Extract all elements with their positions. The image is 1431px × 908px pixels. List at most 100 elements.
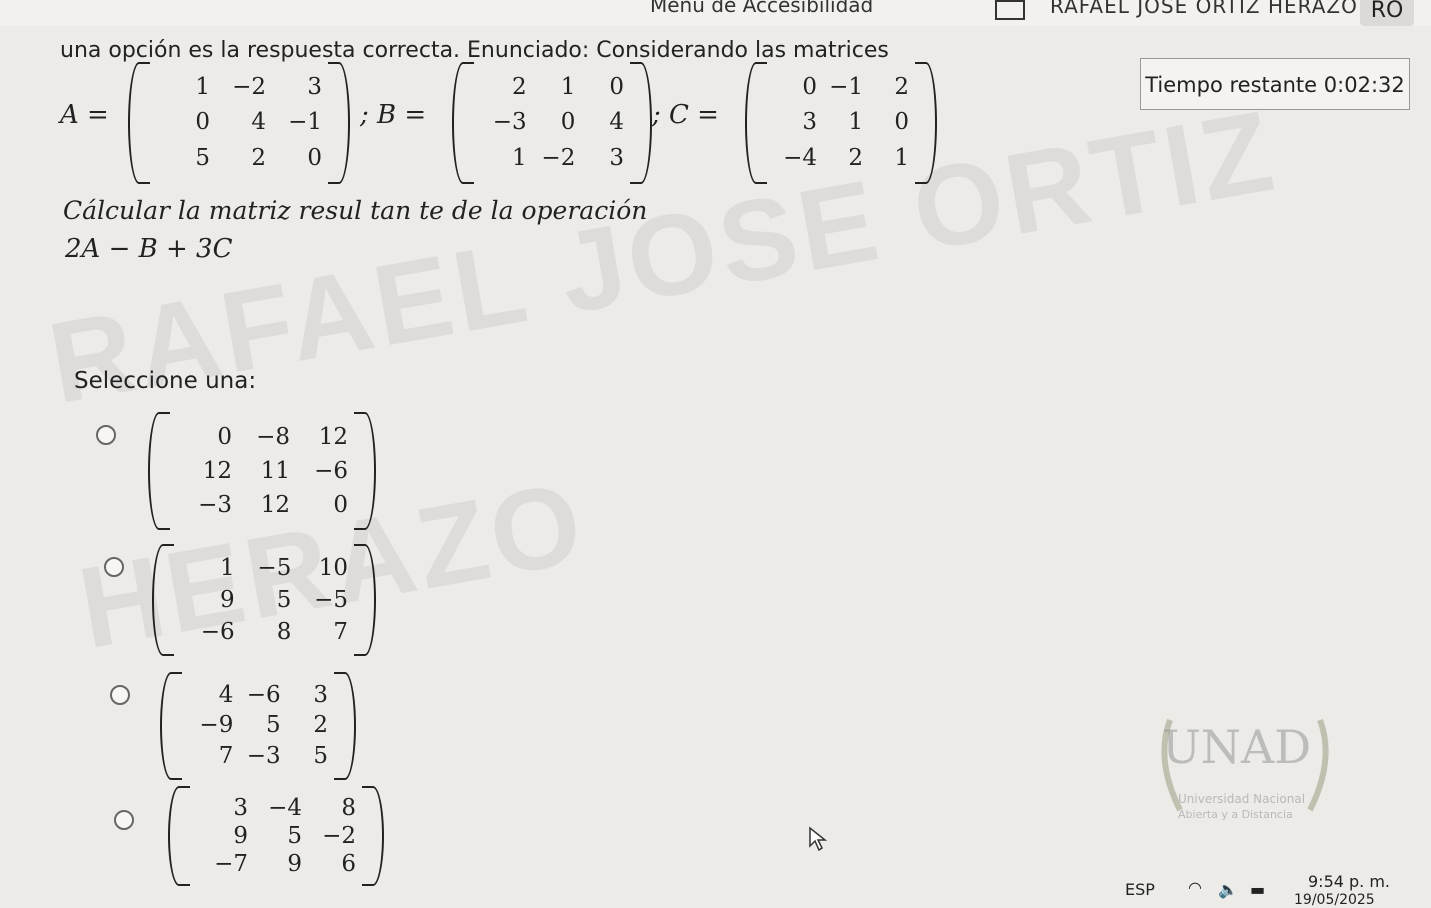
option-1-radio[interactable]: [96, 425, 116, 445]
left-parenthesis: [745, 62, 767, 184]
matrix-cell: 12: [260, 491, 290, 518]
matrix-cell: −9: [199, 712, 234, 739]
matrix-cell: 3: [609, 144, 624, 171]
right-parenthesis: [630, 62, 652, 184]
right-parenthesis: [915, 62, 937, 184]
matrix-cell: 9: [220, 586, 235, 613]
matrix-cell: 1: [894, 144, 909, 171]
matrix-cell: 3: [307, 74, 322, 101]
matrix-cell: −5: [257, 554, 292, 581]
volume-icon[interactable]: 🔈: [1218, 880, 1238, 899]
matrix-cell: 2: [848, 144, 863, 171]
matrix-cell: 2: [251, 144, 266, 171]
matrix-grid: 0 −1 2 3 1 0 −4 2 1: [771, 70, 909, 176]
right-parenthesis: [328, 62, 350, 184]
matrix-cell: 1: [195, 74, 210, 101]
question-prompt: una opción es la respuesta correcta. Enu…: [60, 38, 889, 63]
matrix-cell: −3: [492, 109, 527, 136]
user-name[interactable]: RAFAEL JOSÉ ORTIZ HERAZO: [1050, 0, 1358, 18]
taskbar-date: 19/05/2025: [1294, 892, 1375, 908]
matrix-cell: 0: [609, 74, 624, 101]
matrix-A: 1 −2 3 0 4 −1 5 2 0: [128, 62, 350, 184]
right-parenthesis: [362, 786, 384, 886]
matrix-cell: 1: [560, 74, 576, 101]
matrix-cell: 12: [202, 457, 232, 484]
matrix-cell: −6: [200, 618, 235, 645]
matrix-cell: 0: [894, 109, 909, 136]
timer-box: Tiempo restante 0:02:32: [1140, 58, 1410, 110]
right-parenthesis: [354, 544, 376, 656]
matrix-cell: 4: [218, 681, 234, 708]
mouse-cursor-icon: [809, 826, 828, 852]
matrix-cell: 0: [560, 109, 576, 136]
option-2-matrix[interactable]: 1 −5 10 9 5 −5 −6 8 7: [152, 544, 376, 656]
left-parenthesis: [168, 786, 190, 886]
matrix-cell: 3: [802, 109, 817, 136]
unad-logo-subtitle2: Abierta y a Distancia: [1178, 808, 1293, 821]
matrix-cell: 4: [251, 109, 266, 136]
matrix-grid: 2 1 0 −3 0 4 1 −2 3: [478, 70, 624, 176]
user-avatar[interactable]: RO: [1360, 0, 1414, 26]
matrix-cell: −8: [256, 423, 290, 450]
matrix-cell: 3: [313, 681, 328, 708]
matrix-cell: 11: [260, 457, 290, 484]
accessibility-menu[interactable]: Menú de Accesibilidad: [650, 0, 873, 17]
matrix-cell: −7: [214, 850, 248, 877]
matrix-C: 0 −1 2 3 1 0 −4 2 1: [745, 62, 937, 184]
matrix-cell: 7: [333, 618, 348, 645]
unad-logo: UNAD Universidad Nacional Abierta y a Di…: [1150, 700, 1340, 830]
matrix-cell: 9: [233, 822, 248, 849]
matrix-grid: 4 −6 3 −9 5 2 7 −3 5: [186, 680, 328, 772]
matrix-cell: 1: [220, 554, 235, 581]
taskbar-language[interactable]: ESP: [1125, 880, 1155, 899]
matrix-cell: 5: [313, 743, 328, 770]
operation-expression: 2A − B + 3C: [65, 234, 233, 264]
option-4-radio[interactable]: [114, 810, 134, 830]
matrix-cell: 4: [609, 109, 624, 136]
matrix-cell: 0: [217, 423, 232, 450]
option-1-matrix[interactable]: 0 −8 12 12 11 −6 −3 12 0: [148, 412, 376, 530]
matrix-cell: −2: [232, 74, 266, 101]
matrix-cell: −3: [246, 743, 281, 770]
mail-icon[interactable]: [995, 0, 1025, 20]
matrix-cell: 6: [341, 850, 356, 877]
matrix-cell: 9: [287, 850, 302, 877]
matrix-B-label: ; B =: [360, 100, 427, 130]
option-3-radio[interactable]: [110, 685, 130, 705]
matrix-grid: 1 −5 10 9 5 −5 −6 8 7: [178, 552, 348, 648]
matrix-cell: 1: [848, 109, 863, 136]
matrix-cell: 0: [195, 109, 210, 136]
top-bar: Menú de Accesibilidad RAFAEL JOSÉ ORTIZ …: [0, 0, 1431, 26]
left-parenthesis: [128, 62, 150, 184]
matrix-cell: −2: [322, 822, 356, 849]
matrix-cell: −6: [314, 457, 348, 484]
option-4-matrix[interactable]: 3 −4 8 9 5 −2 −7 9 6: [168, 786, 384, 886]
matrix-cell: 2: [512, 74, 527, 101]
matrix-cell: 0: [333, 491, 348, 518]
matrix-cell: 5: [195, 144, 210, 171]
matrix-cell: 5: [287, 822, 302, 849]
matrix-cell: 8: [276, 618, 292, 645]
matrix-cell: −1: [288, 109, 322, 136]
matrix-B: 2 1 0 −3 0 4 1 −2 3: [452, 62, 652, 184]
matrix-cell: 1: [512, 144, 527, 171]
battery-icon[interactable]: ▬: [1250, 880, 1265, 899]
option-3-matrix[interactable]: 4 −6 3 −9 5 2 7 −3 5: [160, 672, 356, 780]
matrix-cell: −1: [829, 74, 863, 101]
option-2-radio[interactable]: [104, 557, 124, 577]
left-parenthesis: [452, 62, 474, 184]
timer-label: Tiempo restante: [1145, 73, 1318, 97]
matrix-cell: 10: [318, 554, 348, 581]
select-one-label: Seleccione una:: [74, 368, 257, 394]
matrix-cell: 5: [266, 712, 281, 739]
matrix-grid: 3 −4 8 9 5 −2 −7 9 6: [194, 794, 356, 878]
wifi-icon[interactable]: ◠: [1188, 878, 1202, 897]
matrix-cell: 2: [894, 74, 909, 101]
matrix-A-label: A =: [60, 100, 109, 130]
matrix-cell: 2: [313, 712, 328, 739]
right-parenthesis: [354, 412, 376, 530]
unad-logo-subtitle1: Universidad Nacional: [1178, 792, 1306, 806]
left-parenthesis: [152, 544, 174, 656]
matrix-cell: −3: [198, 491, 232, 518]
matrix-cell: −4: [783, 144, 817, 171]
